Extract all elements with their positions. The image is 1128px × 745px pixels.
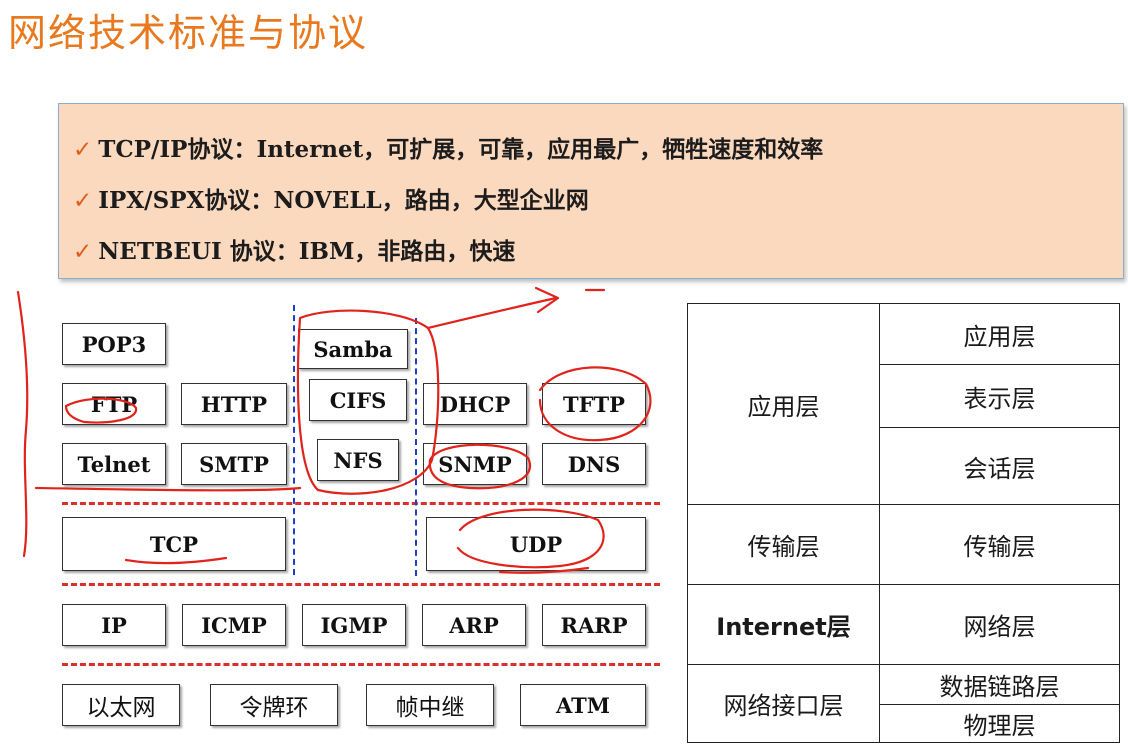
- bullet-netbeui: ✓ NETBEUI 协议：IBM，非路由，快速: [73, 232, 515, 266]
- box-tcp: TCP: [62, 517, 286, 571]
- box-dhcp: DHCP: [423, 383, 527, 425]
- vertical-divider-left: [293, 305, 295, 575]
- osi-physical-layer: 物理层: [963, 712, 1036, 740]
- box-ftp: FTP: [62, 383, 166, 425]
- bullet-text: TCP/IP协议：Internet，可扩展，可靠，应用最广，牺牲速度和效率: [98, 136, 824, 163]
- tcpip-internet-layer: Internet层: [688, 585, 880, 665]
- bullet-text: IPX/SPX协议：NOVELL，路由，大型企业网: [98, 187, 589, 214]
- box-ip: IP: [62, 604, 166, 646]
- osi-data-link-layer: 数据链路层: [880, 665, 1119, 705]
- tcpip-network-interface-layer: 网络接口层: [688, 665, 880, 742]
- check-icon: ✓: [73, 188, 93, 214]
- layer-comparison-table: 应用层 传输层 Internet层 网络接口层 应用层 表示层 会话层 传输层 …: [687, 303, 1120, 743]
- box-igmp: IGMP: [302, 604, 406, 646]
- osi-transport-layer: 传输层: [880, 505, 1119, 585]
- layer-separator-app-transport: [62, 502, 660, 505]
- check-icon: ✓: [73, 137, 93, 163]
- page-title: 网络技术标准与协议: [8, 11, 369, 55]
- bullet-ipxspx: ✓ IPX/SPX协议：NOVELL，路由，大型企业网: [73, 181, 589, 215]
- box-icmp: ICMP: [182, 604, 286, 646]
- arrow-head-annotation: [534, 286, 560, 314]
- osi-network-layer: 网络层: [880, 585, 1119, 665]
- app-layer-underline-annotation: [34, 486, 302, 492]
- box-smtp: SMTP: [181, 443, 287, 485]
- osi-application-layer: 应用层: [880, 304, 1119, 365]
- box-cifs: CIFS: [309, 379, 407, 421]
- box-udp: UDP: [426, 517, 646, 571]
- arrow-annotation: [426, 296, 558, 330]
- box-rarp: RARP: [542, 604, 646, 646]
- box-pop3: POP3: [62, 323, 166, 365]
- osi-session-layer: 会话层: [880, 428, 1119, 505]
- box-atm: ATM: [520, 684, 646, 726]
- box-token-ring: 令牌环: [210, 684, 338, 726]
- check-icon: ✓: [73, 239, 93, 265]
- box-samba: Samba: [298, 329, 408, 369]
- layer-separator-internet-link: [62, 663, 660, 666]
- box-dns: DNS: [542, 443, 646, 485]
- box-arp: ARP: [422, 604, 526, 646]
- box-ethernet: 以太网: [62, 684, 180, 726]
- box-telnet: Telnet: [62, 443, 166, 485]
- bullet-tcpip: ✓ TCP/IP协议：Internet，可扩展，可靠，应用最广，牺牲速度和效率: [73, 130, 823, 164]
- layer-separator-transport-internet: [62, 583, 660, 586]
- box-snmp: SNMP: [423, 443, 527, 485]
- box-nfs: NFS: [317, 439, 399, 481]
- osi-presentation-layer: 表示层: [880, 365, 1119, 428]
- box-tftp: TFTP: [542, 383, 646, 425]
- box-http: HTTP: [181, 383, 287, 425]
- tcpip-application-layer: 应用层: [688, 304, 880, 505]
- protocol-summary-box: ✓ TCP/IP协议：Internet，可扩展，可靠，应用最广，牺牲速度和效率 ✓…: [58, 103, 1124, 279]
- bullet-text: NETBEUI 协议：IBM，非路由，快速: [98, 238, 516, 265]
- tcpip-transport-layer: 传输层: [688, 505, 880, 585]
- vertical-divider-right: [415, 318, 417, 576]
- left-brace-annotation: [16, 290, 29, 558]
- box-frame-relay: 帧中继: [366, 684, 494, 726]
